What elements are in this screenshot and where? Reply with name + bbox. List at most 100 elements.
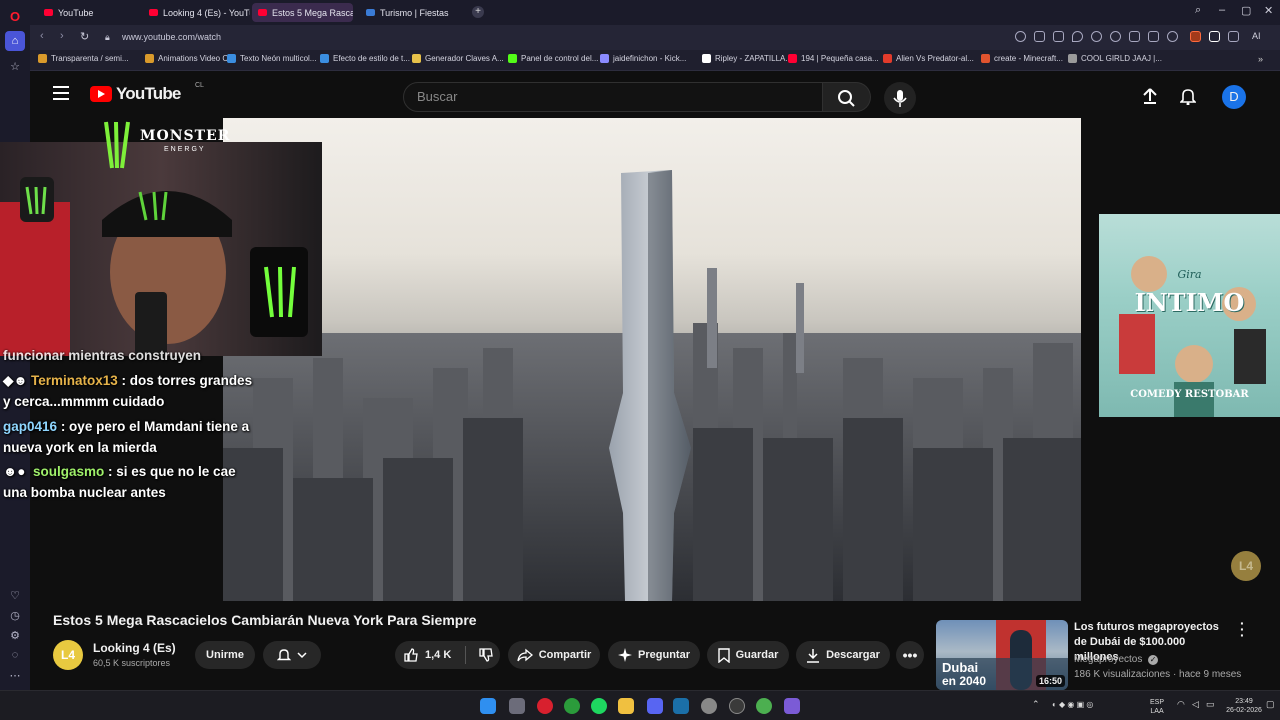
person-icon[interactable] <box>1167 31 1178 42</box>
youtube-logo[interactable]: YouTube CL <box>90 82 204 104</box>
bookmark-item[interactable]: Texto Neón multicol... <box>227 54 316 63</box>
channel-name[interactable]: Looking 4 (Es) <box>93 641 176 655</box>
reload-icon[interactable]: ↻ <box>80 30 89 43</box>
bookmark-item[interactable]: Transparenta / semi... <box>38 54 129 63</box>
clock[interactable]: 23:49 26-02-2026 <box>1224 697 1264 715</box>
more-horizontal-icon: ••• <box>902 647 918 663</box>
opera-icon[interactable] <box>537 698 553 714</box>
home-icon[interactable]: ⌂ <box>5 31 25 51</box>
like-icon[interactable] <box>403 647 419 663</box>
dislike-icon[interactable] <box>478 647 494 663</box>
save-button[interactable]: Guardar <box>707 641 789 669</box>
tab-estos-5-mega[interactable]: Estos 5 Mega Rascac <box>252 3 353 22</box>
tab-turismo[interactable]: Turismo | Fiestas <box>360 3 468 22</box>
xbox-green-icon[interactable] <box>756 698 772 714</box>
channel-avatar[interactable]: L4 <box>53 640 83 670</box>
tray-icons[interactable]: ◐ ◆ ◉ ▣ ◎ <box>1052 700 1093 709</box>
join-button[interactable]: Unirme <box>195 641 255 669</box>
bookmark-item[interactable]: Generador Claves A... <box>412 54 504 63</box>
bookmark-favicon-icon <box>981 54 990 63</box>
translate-icon[interactable] <box>1209 31 1220 42</box>
tray-chevron-icon[interactable]: ⌃ <box>1032 699 1040 710</box>
spotify-icon[interactable] <box>591 698 607 714</box>
forward-icon[interactable]: › <box>60 30 64 42</box>
voice-search-button[interactable] <box>884 82 916 114</box>
extension-red-icon[interactable] <box>1190 31 1201 42</box>
recommended-menu-icon[interactable]: · · · <box>1240 616 1245 642</box>
like-count[interactable]: 1,4 K <box>425 649 451 661</box>
bookmark-item[interactable]: jaidefinichon - Kick... <box>600 54 686 63</box>
bookmark-item[interactable]: 194 | Pequeña casa... <box>788 54 879 63</box>
ai-button[interactable]: AI <box>1252 31 1261 41</box>
discord-icon[interactable] <box>647 698 663 714</box>
cube-icon[interactable] <box>1228 31 1239 42</box>
explorer-icon[interactable] <box>618 698 634 714</box>
youtube-favicon-icon <box>44 9 53 16</box>
shield-icon[interactable] <box>1072 31 1083 42</box>
upload-icon[interactable] <box>1142 87 1158 105</box>
download-icon[interactable] <box>1129 31 1140 42</box>
plus-icon[interactable]: + <box>472 6 484 18</box>
recommended-channel[interactable]: Megaproyectos ✓ <box>1074 654 1159 665</box>
close-icon[interactable]: ✕ <box>1264 4 1273 17</box>
opera-icon[interactable]: O <box>5 6 25 26</box>
subscribed-bell-button[interactable] <box>263 641 321 669</box>
bookmark-item[interactable]: Panel de control del... <box>508 54 598 63</box>
bookmark-favicon-icon <box>788 54 797 63</box>
language-indicator[interactable]: ESP LAA <box>1150 698 1164 716</box>
share-button[interactable]: Compartir <box>508 641 600 669</box>
settings-icon[interactable]: ⚙ <box>5 625 25 645</box>
bulb-icon[interactable]: ◌ <box>5 645 25 665</box>
more-icon[interactable]: ⋯ <box>5 665 25 685</box>
bookmark-item[interactable]: Animations Video C... <box>145 54 235 63</box>
bookmark-item[interactable]: Efecto de estilo de t... <box>320 54 410 63</box>
bookmark-item[interactable]: Ripley - ZAPATILLA... <box>702 54 792 63</box>
bookmark-item[interactable]: create - Minecraft... <box>981 54 1063 63</box>
bookmark-item[interactable]: Alien Vs Predator-al... <box>883 54 974 63</box>
bookmark-item[interactable]: COOL GIRLD JAAJ |... <box>1068 54 1162 63</box>
bookmarks-overflow-icon[interactable]: » <box>1258 54 1263 64</box>
search-input[interactable]: Buscar <box>403 82 823 112</box>
lens-icon[interactable] <box>1015 31 1026 42</box>
video-player[interactable] <box>223 118 1081 601</box>
pin-icon[interactable]: ☆ <box>5 56 25 76</box>
ask-button[interactable]: Preguntar <box>608 641 700 669</box>
tab-looking4[interactable]: Looking 4 (Es) - YouTube <box>143 3 250 22</box>
notification-icon[interactable]: ▢ <box>1266 699 1275 710</box>
chrome-icon[interactable] <box>701 698 717 714</box>
video-city-scene <box>223 170 1081 601</box>
heart-icon[interactable]: ♡ <box>5 585 25 605</box>
battery-icon[interactable]: ▭ <box>1206 699 1215 710</box>
url-input[interactable]: www.youtube.com/watch <box>115 28 1015 47</box>
maximize-icon[interactable]: ▢ <box>1241 4 1251 17</box>
search-icon[interactable]: ⌕ <box>1195 4 1201 17</box>
channel-watermark[interactable]: L4 <box>1231 551 1261 581</box>
download-button[interactable]: Descargar <box>796 641 890 669</box>
tab-youtube[interactable]: YouTube <box>38 3 143 22</box>
lock-icon[interactable] <box>1148 31 1159 42</box>
menu-icon[interactable] <box>53 86 69 100</box>
snapshot-icon[interactable] <box>1053 31 1064 42</box>
more-actions-button[interactable]: ••• <box>896 641 924 669</box>
bell-icon[interactable] <box>1180 87 1196 105</box>
steam-icon[interactable] <box>673 698 689 714</box>
heart-icon[interactable] <box>1110 31 1121 42</box>
bookmark-label: create - Minecraft... <box>994 54 1063 63</box>
camera-icon[interactable] <box>1034 31 1045 42</box>
xbox-icon[interactable] <box>564 698 580 714</box>
taskview-icon[interactable] <box>509 698 525 714</box>
vpn-icon[interactable] <box>784 698 800 714</box>
account-avatar[interactable]: D <box>1222 85 1246 109</box>
back-icon[interactable]: ‹ <box>40 30 44 42</box>
history-icon[interactable]: ◷ <box>5 605 25 625</box>
bookmark-favicon-icon <box>600 54 609 63</box>
play-icon[interactable] <box>1091 31 1102 42</box>
recommended-thumbnail[interactable]: Dubai en 2040 16:50 <box>936 620 1068 690</box>
minimize-icon[interactable]: – <box>1219 4 1225 16</box>
obs-icon[interactable] <box>729 698 745 714</box>
wifi-icon[interactable]: ◠ <box>1177 699 1185 710</box>
windows-icon[interactable] <box>480 698 496 714</box>
search-button[interactable] <box>823 82 871 112</box>
poster-subtitle: Gira <box>1177 268 1202 281</box>
speaker-icon[interactable]: ◁ <box>1192 699 1199 710</box>
